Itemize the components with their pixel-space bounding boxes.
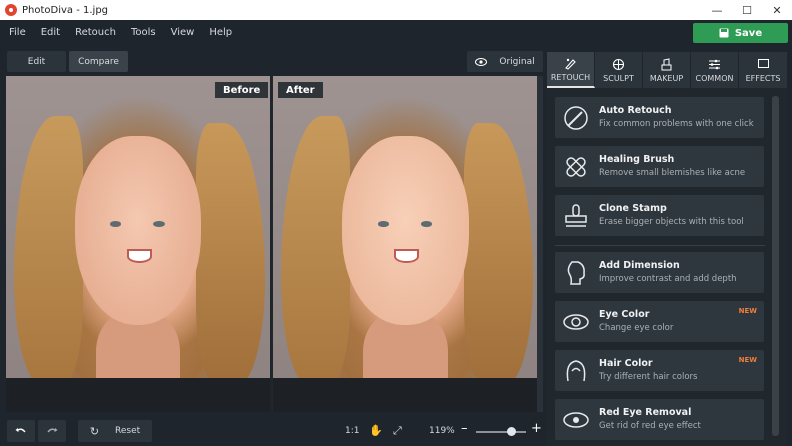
menu-help[interactable]: Help <box>203 27 238 38</box>
tool-auto-retouch[interactable]: Auto Retouch Fix common problems with on… <box>555 97 764 138</box>
stamp-icon <box>565 204 587 227</box>
tool-red-eye-removal[interactable]: Red Eye Removal Get rid of red eye effec… <box>555 399 764 440</box>
edit-mode-button[interactable]: Edit <box>7 51 66 72</box>
tool-desc: Fix common problems with one click <box>599 119 754 129</box>
status-bar: ↻ Reset 1:1 ✋ ⤢ 119% – + <box>0 414 545 446</box>
tab-sculpt-label: SCULPT <box>603 73 634 83</box>
compare-mode-button[interactable]: Compare <box>69 51 128 72</box>
after-photo <box>273 76 538 412</box>
tool-name: Auto Retouch <box>599 105 672 116</box>
tool-group-divider <box>555 245 765 246</box>
tool-clone-stamp[interactable]: Clone Stamp Erase bigger objects with th… <box>555 195 764 236</box>
undo-button[interactable] <box>7 420 35 442</box>
tool-name: Add Dimension <box>599 260 680 271</box>
before-label: Before <box>215 82 269 98</box>
tool-name: Red Eye Removal <box>599 407 692 418</box>
window-title: PhotoDiva - 1.jpg <box>22 4 109 16</box>
after-pane: After <box>273 76 538 412</box>
tool-name: Clone Stamp <box>599 203 667 214</box>
tab-effects[interactable]: EFFECTS <box>739 52 787 88</box>
new-badge: NEW <box>738 356 757 364</box>
tool-desc: Improve contrast and add depth <box>599 274 737 284</box>
menu-edit[interactable]: Edit <box>35 27 66 38</box>
maximize-button[interactable]: ☐ <box>732 0 762 20</box>
menu-bar: File Edit Retouch Tools View Help <box>0 20 792 44</box>
image-viewer[interactable]: Before After <box>6 76 543 412</box>
pane-divider <box>270 76 272 412</box>
original-label: Original <box>499 56 535 67</box>
eye-color-icon <box>563 314 589 330</box>
tool-desc: Try different hair colors <box>599 372 698 382</box>
zoom-out-button[interactable]: – <box>461 421 468 436</box>
retouch-icon <box>565 58 576 70</box>
menu-tools[interactable]: Tools <box>125 27 162 38</box>
zoom-slider-thumb[interactable] <box>507 427 516 436</box>
save-button[interactable]: Save <box>693 23 788 43</box>
actual-size-button[interactable]: 1:1 <box>345 426 359 436</box>
viewer-scrollbar[interactable] <box>537 76 543 412</box>
zoom-slider-track[interactable] <box>476 431 526 433</box>
tool-name: Healing Brush <box>599 154 675 165</box>
minimize-button[interactable]: — <box>702 0 732 20</box>
tool-desc: Get rid of red eye effect <box>599 421 701 431</box>
tool-hair-color[interactable]: Hair Color Try different hair colors NEW <box>555 350 764 391</box>
tab-effects-label: EFFECTS <box>745 73 781 83</box>
tab-makeup[interactable]: MAKEUP <box>643 52 691 88</box>
category-tabs: RETOUCH SCULPT MAKEUP COMMON EFFECTS <box>547 52 787 88</box>
before-photo <box>6 76 270 412</box>
compare-mode-label: Compare <box>78 56 119 67</box>
reset-icon: ↻ <box>89 424 100 438</box>
reset-button[interactable]: ↻ Reset <box>78 420 152 442</box>
tool-eye-color[interactable]: Eye Color Change eye color NEW <box>555 301 764 342</box>
tab-retouch[interactable]: RETOUCH <box>547 52 595 88</box>
zoom-level: 119% <box>429 426 455 436</box>
tool-desc: Change eye color <box>599 323 674 333</box>
tab-retouch-label: RETOUCH <box>550 72 591 82</box>
zoom-in-button[interactable]: + <box>531 421 542 436</box>
tool-healing-brush[interactable]: Healing Brush Remove small blemishes lik… <box>555 146 764 187</box>
sliders-icon <box>709 59 720 69</box>
fit-screen-icon[interactable]: ⤢ <box>393 424 402 438</box>
new-badge: NEW <box>738 307 757 315</box>
before-pane: Before <box>6 76 270 412</box>
view-toolbar: Edit Compare Original <box>0 44 545 75</box>
tab-common[interactable]: COMMON <box>691 52 739 88</box>
bandage-icon <box>566 157 586 177</box>
hair-icon <box>566 360 586 382</box>
title-bar: PhotoDiva - 1.jpg — ☐ ✕ <box>0 0 792 20</box>
tab-makeup-label: MAKEUP <box>649 73 684 83</box>
menu-view[interactable]: View <box>165 27 201 38</box>
sculpt-icon <box>612 58 625 70</box>
undo-icon <box>15 428 26 433</box>
dimension-icon <box>567 261 585 285</box>
tool-panel: Auto Retouch Fix common problems with on… <box>547 88 787 446</box>
menu-retouch[interactable]: Retouch <box>69 27 122 38</box>
red-eye-icon <box>563 412 589 428</box>
close-button[interactable]: ✕ <box>762 0 792 20</box>
redo-button[interactable] <box>38 420 66 442</box>
tool-name: Eye Color <box>599 309 650 320</box>
edit-mode-label: Edit <box>27 56 46 67</box>
save-label: Save <box>734 27 763 39</box>
original-toggle-button[interactable]: Original <box>467 51 543 72</box>
effects-icon <box>757 58 769 70</box>
tool-panel-scrollbar[interactable] <box>772 96 779 436</box>
pan-hand-icon[interactable]: ✋ <box>369 424 383 437</box>
tool-name: Hair Color <box>599 358 653 369</box>
makeup-icon <box>661 57 672 70</box>
after-label: After <box>278 82 323 98</box>
tab-sculpt[interactable]: SCULPT <box>595 52 643 88</box>
tool-desc: Remove small blemishes like acne <box>599 168 746 178</box>
auto-retouch-icon <box>564 106 588 130</box>
menu-file[interactable]: File <box>3 27 32 38</box>
eye-icon <box>475 57 488 66</box>
tab-common-label: COMMON <box>695 73 734 83</box>
reset-label: Reset <box>115 426 141 436</box>
redo-icon <box>47 428 58 433</box>
tool-add-dimension[interactable]: Add Dimension Improve contrast and add d… <box>555 252 764 293</box>
tool-desc: Erase bigger objects with this tool <box>599 217 744 227</box>
floppy-disk-icon <box>719 28 729 38</box>
app-logo-icon <box>5 4 17 16</box>
